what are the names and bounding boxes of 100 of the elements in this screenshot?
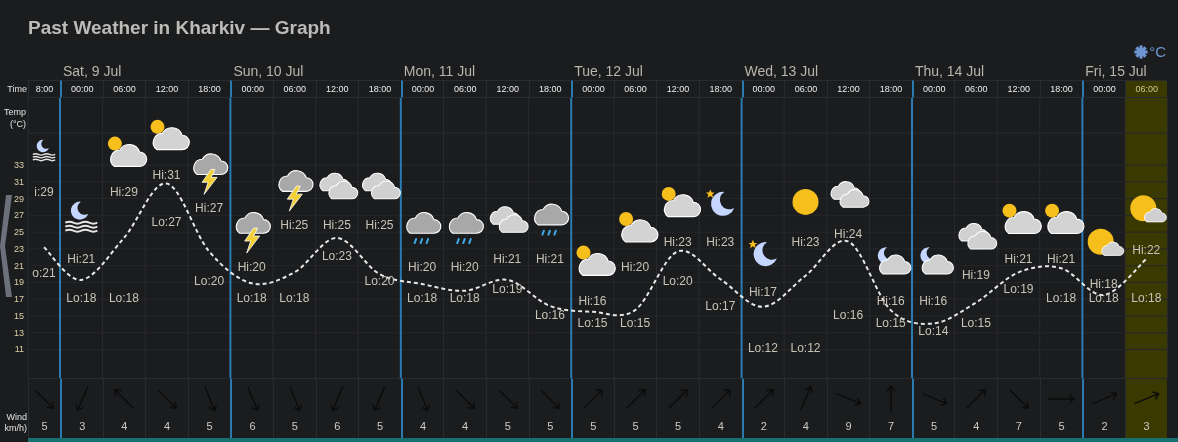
temperature-label: Hi:16	[919, 293, 948, 308]
axis-tick: 17	[14, 294, 24, 305]
time-label: 06:00	[613, 80, 657, 98]
time-label: 18:00	[358, 80, 401, 98]
wind-speed: 5	[931, 419, 938, 433]
wind-speed: 5	[376, 419, 383, 433]
wind-speed: 5	[41, 419, 48, 433]
time-label: 12:00	[315, 80, 359, 98]
temperature-label: Lo:20	[364, 274, 395, 289]
day-label: Sun, 10 Jul	[232, 62, 305, 80]
sun-cloud-icon	[1130, 195, 1167, 223]
temperature-label: Hi:25	[322, 218, 351, 233]
cloud-icon	[319, 172, 359, 200]
axis-label: Time	[6, 83, 28, 96]
thunderstorm-icon	[278, 170, 314, 212]
time-label: 00:00	[230, 80, 273, 98]
temperature-label: Hi:22	[1132, 243, 1161, 258]
temperature-label: Hi:20	[621, 260, 650, 275]
cloud-icon	[830, 181, 870, 208]
wind-speed: 4	[802, 419, 809, 433]
time-label: 06:00	[1124, 80, 1168, 98]
axis-tick: 21	[14, 260, 24, 271]
wind-speed: 5	[547, 419, 554, 433]
sun-cloud-icon	[107, 136, 148, 167]
temperature-label: Lo:17	[705, 299, 736, 314]
temperature-label: Lo:18	[1046, 290, 1077, 305]
sun-cloud-icon	[1045, 203, 1085, 235]
time-label: 06:00	[784, 80, 827, 98]
axis-label: Wind km/h)	[3, 412, 28, 435]
cloud-icon	[489, 206, 529, 233]
thunderstorm-icon	[235, 212, 271, 254]
wind-speed: 5	[632, 419, 639, 433]
temperature-label: Lo:18	[108, 290, 139, 305]
time-label: 06:00	[272, 80, 316, 98]
temperature-label: Hi:20	[450, 260, 479, 275]
wind-speed: 6	[334, 419, 341, 433]
chevron-icon[interactable]	[0, 195, 12, 297]
wind-speed: 5	[206, 419, 213, 433]
time-label: 12:00	[485, 80, 529, 98]
axis-tick: 33	[14, 160, 24, 171]
temperature-label: Lo:18	[1088, 290, 1119, 305]
temperature-label: Lo:18	[279, 290, 310, 305]
time-label: 00:00	[911, 80, 955, 98]
time-label: 00:00	[60, 80, 103, 98]
time-label: 12:00	[145, 80, 188, 98]
units-button[interactable]: °C	[1134, 44, 1166, 60]
temperature-label: Lo:18	[66, 290, 97, 305]
wind-speed: 4	[420, 419, 427, 433]
wind-speed: 4	[717, 419, 724, 433]
sun-cloud-icon	[619, 212, 659, 243]
temperature-label: Hi:18	[1089, 276, 1118, 291]
axis-tick: 13	[14, 327, 24, 338]
time-label: 06:00	[443, 80, 486, 98]
sun-cloud-icon	[1002, 203, 1042, 235]
time-label: 00:00	[400, 80, 444, 98]
temperature-label: Lo:19	[492, 282, 523, 297]
day-label: Sat, 9 Jul	[62, 62, 123, 80]
temperature-label: Hi:20	[408, 260, 437, 275]
time-label: 06:00	[954, 80, 998, 98]
temperature-label: Lo:27	[151, 215, 182, 230]
day-label: Thu, 14 Jul	[913, 62, 986, 80]
wind-speed: 9	[845, 419, 852, 433]
temperature-label: Hi:31	[152, 167, 181, 182]
moon-fog-icon	[32, 139, 56, 162]
page-title: Past Weather in Kharkiv — Graph	[27, 16, 332, 40]
wind-speed: 5	[1058, 419, 1065, 433]
wind-speed: 4	[973, 419, 980, 433]
temperature-label: Lo:14	[918, 324, 949, 339]
wind-speed: 3	[1143, 419, 1150, 433]
axis-tick: 11	[14, 344, 24, 355]
moon-star-icon	[748, 239, 777, 267]
wind-speed: 4	[163, 419, 171, 433]
time-label: 18:00	[869, 80, 912, 98]
temperature-label: Hi:23	[663, 234, 692, 249]
temperature-label: Lo:15	[577, 315, 608, 330]
moon-cloud-icon	[877, 247, 912, 275]
axis-tick: 31	[14, 176, 24, 187]
rain-cloud-icon	[406, 212, 442, 245]
temperature-label: Lo:20	[194, 274, 225, 289]
temperature-label: Lo:23	[321, 248, 352, 263]
wind-speed: 5	[590, 419, 597, 433]
temperature-label: Hi:25	[365, 218, 394, 233]
temperature-label: Hi:21	[1047, 251, 1076, 266]
day-label: Fri, 15 Jul	[1084, 62, 1148, 80]
axis-tick: 15	[14, 310, 24, 321]
temperature-label: Hi:17	[748, 285, 777, 300]
temperature-label: Hi:19	[961, 268, 990, 283]
temperature-label: Lo:20	[662, 274, 693, 289]
wind-speed: 5	[291, 419, 298, 433]
temperature-label: Hi:21	[535, 251, 564, 266]
temperature-label: Lo:18	[449, 290, 480, 305]
axis-tick: 25	[14, 227, 24, 238]
temperature-label: Hi:25	[280, 218, 309, 233]
rain-cloud-icon	[448, 212, 484, 245]
temperature-label: Hi:23	[791, 234, 820, 249]
temperature-label: Lo:18	[236, 290, 267, 305]
cloud-icon	[958, 223, 998, 250]
temperature-label: Hi:21	[493, 251, 522, 266]
day-label: Mon, 11 Jul	[402, 62, 477, 80]
wind-speed: 4	[462, 419, 469, 433]
